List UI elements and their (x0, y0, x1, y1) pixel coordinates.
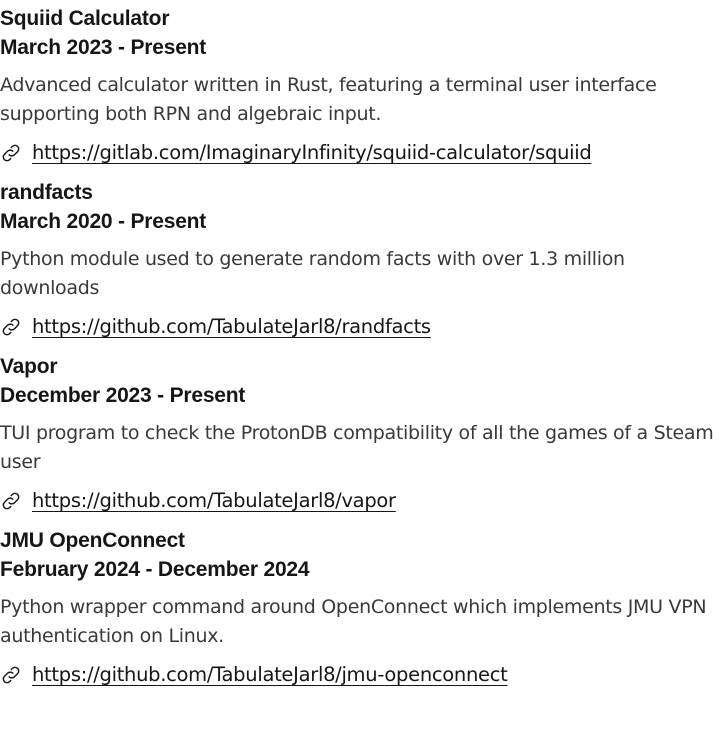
project-title: randfacts (0, 181, 93, 204)
link-icon (0, 141, 24, 165)
project-title: JMU OpenConnect (0, 529, 185, 552)
project-title: Vapor (0, 355, 58, 378)
project-link[interactable]: https://github.com/TabulateJarl8/vapor (32, 487, 396, 515)
project-dates: March 2020 - Present (0, 210, 207, 233)
project-entry: Squiid Calculator March 2023 - Present A… (0, 4, 722, 167)
project-link-row: https://gitlab.com/ImaginaryInfinity/squ… (0, 139, 722, 167)
link-icon (0, 315, 24, 339)
project-description: Advanced calculator written in Rust, fea… (0, 74, 657, 125)
project-title: Squiid Calculator (0, 7, 170, 30)
project-link-row: https://github.com/TabulateJarl8/vapor (0, 487, 722, 515)
project-dates: December 2023 - Present (0, 384, 246, 407)
project-description: Python wrapper command around OpenConnec… (0, 596, 707, 647)
project-description: TUI program to check the ProtonDB compat… (0, 422, 714, 473)
project-link[interactable]: https://github.com/TabulateJarl8/randfac… (32, 313, 431, 341)
project-description: Python module used to generate random fa… (0, 248, 625, 299)
project-link-row: https://github.com/TabulateJarl8/randfac… (0, 313, 722, 341)
project-link[interactable]: https://github.com/TabulateJarl8/jmu-ope… (32, 661, 508, 689)
project-dates: March 2023 - Present (0, 36, 207, 59)
project-link[interactable]: https://gitlab.com/ImaginaryInfinity/squ… (32, 139, 592, 167)
link-icon (0, 489, 24, 513)
project-entry: JMU OpenConnect February 2024 - December… (0, 526, 722, 689)
project-link-row: https://github.com/TabulateJarl8/jmu-ope… (0, 661, 722, 689)
project-dates: February 2024 - December 2024 (0, 558, 310, 581)
project-entry: Vapor December 2023 - Present TUI progra… (0, 352, 722, 515)
project-entry: randfacts March 2020 - Present Python mo… (0, 178, 722, 341)
projects-list: Squiid Calculator March 2023 - Present A… (0, 0, 722, 689)
link-icon (0, 663, 24, 687)
